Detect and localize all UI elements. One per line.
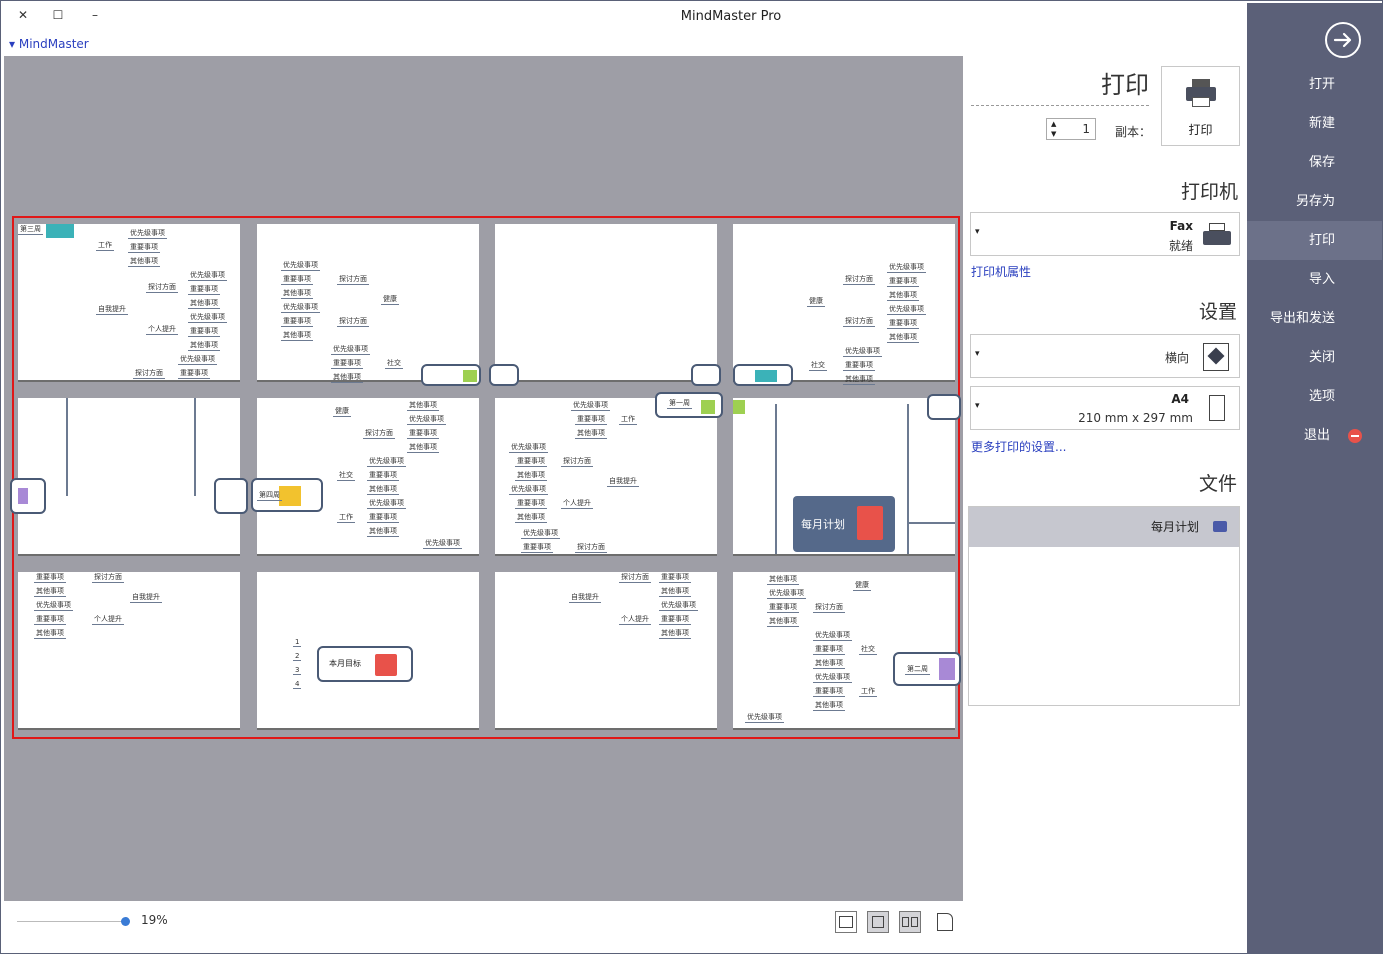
file-section-heading: 文件 <box>1199 473 1238 495</box>
dropdown-arrow-icon: ▾ <box>975 227 980 237</box>
notepad-icon <box>857 506 883 540</box>
app-menu-label: MindMaster <box>18 37 89 51</box>
paper-size: 210 mm x 297 mm <box>1078 411 1193 425</box>
orientation-icon <box>1203 343 1229 371</box>
preview-page: 第三周 工作 优先级事项 重要事项 其他事项 自我提升 探讨方面 优先级事项 重… <box>18 224 240 382</box>
sidebar-item-label: 关闭 <box>1308 350 1335 365</box>
dropdown-arrow-icon: ▾ <box>975 349 980 359</box>
file-name: 每月计划 <box>1150 520 1199 534</box>
chevron-down-icon: ▾ <box>9 37 19 51</box>
stepper-arrows-icon[interactable]: ▲ ▼ <box>1051 119 1056 139</box>
paper-size-select[interactable]: ▾ A4 210 mm x 297 mm <box>970 386 1240 430</box>
preview-page: 其他事项 优先级事项 重要事项 其他事项 探讨方面 健康 优先级事项 重要事项 … <box>733 572 961 730</box>
preview-page: 1 2 3 4 本月目标 <box>257 572 479 730</box>
zoom-slider[interactable] <box>17 921 129 922</box>
back-arrow-icon[interactable] <box>1325 22 1361 58</box>
print-button-label: 打印 <box>1188 123 1213 137</box>
exit-icon <box>1348 429 1362 443</box>
printer-properties-link[interactable]: 打印机属性 <box>971 263 1031 280</box>
sidebar-item-label: 导出和发送 <box>1269 311 1335 326</box>
copies-stepper[interactable]: ▲ ▼ 1 <box>1046 118 1096 140</box>
sidebar-item[interactable]: 导出和发送 <box>1247 299 1382 338</box>
central-topic: 每月计划 <box>793 496 895 552</box>
sidebar-item[interactable]: 选项 <box>1247 377 1382 416</box>
paper-icon <box>1209 395 1225 421</box>
printer-icon <box>1186 79 1216 109</box>
sidebar-item-label: 新建 <box>1308 116 1335 131</box>
print-button[interactable]: 打印 <box>1161 66 1240 146</box>
two-page-icon[interactable] <box>899 911 921 933</box>
sidebar-item-label: 打开 <box>1308 77 1335 92</box>
title-bar: ✕ ☐ – MindMaster Pro <box>1 1 1247 33</box>
page-icon[interactable] <box>935 911 957 933</box>
settings-section-heading: 设置 <box>1199 301 1238 323</box>
sidebar-item[interactable]: 打印 <box>1247 221 1382 260</box>
window-title: MindMaster Pro <box>680 9 782 24</box>
printer-section-heading: 打印机 <box>1181 181 1239 203</box>
sidebar-item-label: 另存为 <box>1295 194 1335 209</box>
printer-name: Fax <box>1169 219 1193 233</box>
sidebar-item[interactable]: 退出 <box>1247 416 1382 455</box>
zoom-slider-handle[interactable] <box>121 917 130 926</box>
sidebar-item-label: 导入 <box>1308 272 1335 287</box>
calendar-icon <box>375 654 397 676</box>
sidebar-item[interactable]: 保存 <box>1247 143 1382 182</box>
fit-width-icon[interactable] <box>835 911 857 933</box>
divider <box>971 105 1149 106</box>
sidebar-item-label: 退出 <box>1303 428 1330 443</box>
printer-select[interactable]: ▾ Fax 就绪 <box>970 212 1240 256</box>
preview-page: 优先级事项 重要事项 其他事项 工作 优先级事项 重要事项 其他事项 探讨方面 … <box>495 392 723 556</box>
sidebar-item[interactable]: 导入 <box>1247 260 1382 299</box>
sidebar-item[interactable]: 打开 <box>1247 65 1382 104</box>
dropdown-arrow-icon: ▾ <box>975 401 980 411</box>
preview-page: 优先级事项 重要事项 其他事项 探讨方面 健康 优先级事项 重要事项 其他事项 … <box>257 224 481 386</box>
preview-page: 每月计划 <box>733 394 961 556</box>
paper-name: A4 <box>1171 392 1189 406</box>
orientation-value: 横向 <box>1164 351 1189 365</box>
single-page-icon[interactable] <box>867 911 889 933</box>
copies-label: 副本： <box>1115 125 1152 139</box>
file-list[interactable]: 每月计划 <box>968 506 1240 706</box>
copies-value[interactable]: 1 <box>1082 122 1090 136</box>
preview-page: 重要事项 其他事项 优先级事项 重要事项 其他事项 探讨方面 个人提升 自我提升 <box>495 572 717 730</box>
more-print-settings-link[interactable]: 更多打印的设置... <box>971 438 1066 455</box>
week-badge-icon <box>46 224 74 238</box>
file-list-item[interactable]: 每月计划 <box>969 507 1239 547</box>
goal-topic: 本月目标 <box>317 646 413 682</box>
preview-page: 其他事项 优先级事项 重要事项 其他事项 探讨方面 健康 优先级事项 重要事项 … <box>251 398 479 556</box>
minimize-window-button[interactable]: – <box>88 8 102 22</box>
app-menu[interactable]: ▾ MindMaster <box>9 37 89 51</box>
sidebar-item[interactable]: 关闭 <box>1247 338 1382 377</box>
mindmap-file-icon <box>1213 521 1227 532</box>
print-heading: 打印 <box>1101 71 1149 99</box>
preview-status-bar: 19% <box>1 901 965 947</box>
backstage-sidebar: 打开新建保存另存为打印导入导出和发送关闭选项退出 <box>1247 3 1382 953</box>
preview-highlight-frame: 第三周 工作 优先级事项 重要事项 其他事项 自我提升 探讨方面 优先级事项 重… <box>10 216 961 739</box>
fax-printer-icon <box>1203 223 1231 247</box>
sidebar-item-label: 打印 <box>1308 233 1335 248</box>
maximize-window-button[interactable]: ☐ <box>51 8 65 22</box>
orientation-select[interactable]: ▾ 横向 <box>970 334 1240 378</box>
close-window-button[interactable]: ✕ <box>16 8 30 22</box>
preview-page: 优先级事项 重要事项 其他事项 探讨方面 健康 优先级事项 重要事项 其他事项 … <box>733 224 955 386</box>
print-preview-area[interactable]: 第三周 工作 优先级事项 重要事项 其他事项 自我提升 探讨方面 优先级事项 重… <box>4 56 963 901</box>
sidebar-item[interactable]: 新建 <box>1247 104 1382 143</box>
printer-status: 就绪 <box>1168 239 1193 253</box>
sidebar-item[interactable]: 另存为 <box>1247 182 1382 221</box>
sidebar-item-label: 选项 <box>1308 389 1335 404</box>
sidebar-item-label: 保存 <box>1308 155 1335 170</box>
preview-page: 重要事项 其他事项 优先级事项 重要事项 其他事项 探讨方面 个人提升 自我提升 <box>18 572 240 730</box>
app-window: ✕ ☐ – MindMaster Pro ▾ MindMaster 第三周 工作… <box>0 0 1383 954</box>
preview-page <box>489 224 721 386</box>
zoom-value: 19% <box>141 913 168 927</box>
preview-page <box>10 398 248 556</box>
